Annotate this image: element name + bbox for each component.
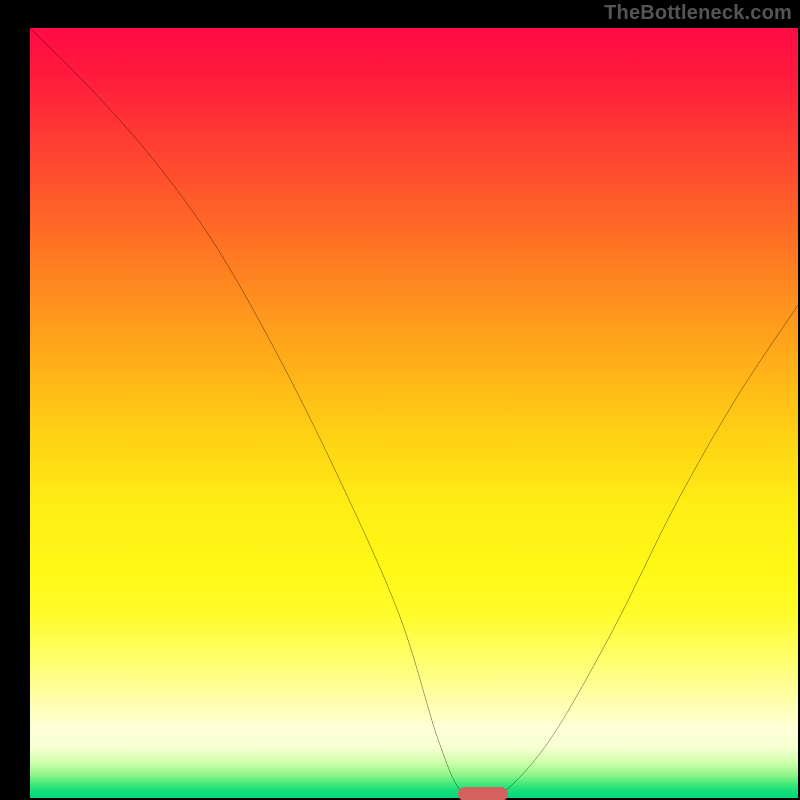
chart-container: TheBottleneck.com	[0, 0, 800, 800]
optimal-marker	[458, 787, 508, 800]
plot-area	[30, 28, 798, 798]
bottleneck-curve	[30, 28, 798, 798]
watermark-text: TheBottleneck.com	[604, 2, 792, 25]
